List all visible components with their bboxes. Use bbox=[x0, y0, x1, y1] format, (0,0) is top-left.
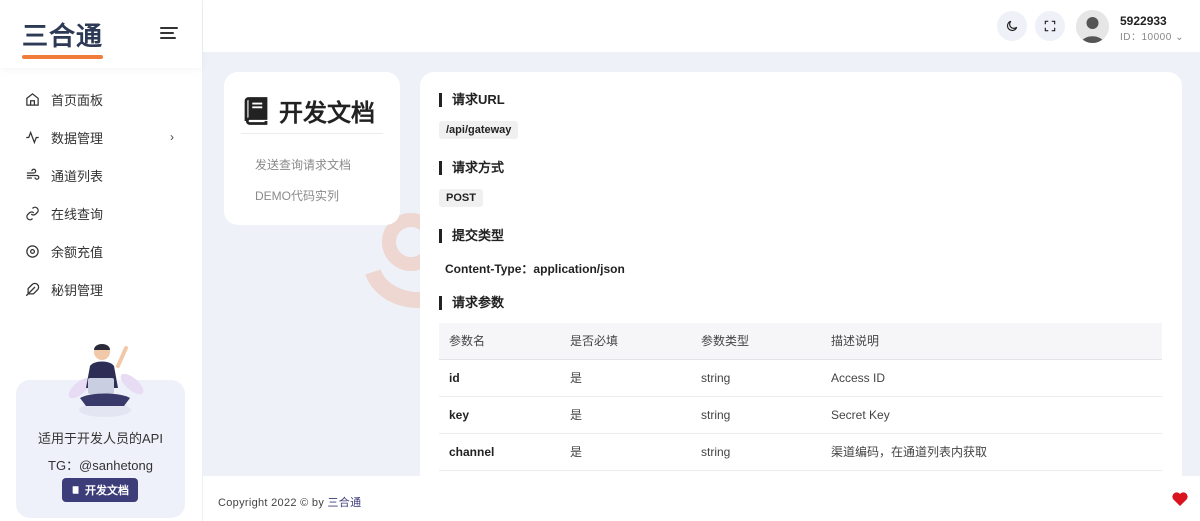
api-promo-card: 适用于开发人员的API TG：@sanhetong 开发文档 bbox=[16, 344, 185, 518]
book-icon bbox=[72, 486, 79, 494]
param-name: id bbox=[439, 359, 560, 397]
content-type-value: Content-Type：application/json bbox=[445, 262, 625, 276]
dev-docs-button[interactable]: 开发文档 bbox=[62, 478, 138, 502]
home-icon bbox=[24, 91, 40, 107]
sidebar-item-label: 余额充值 bbox=[51, 244, 104, 260]
table-row: id 是 string Access ID bbox=[439, 359, 1162, 397]
sidebar: 三合通 首页面板 数据管理 › 通道列表 在线查询 余额充值 秘钥管理 适用于开… bbox=[0, 0, 203, 521]
param-description: 渠道编码，在通道列表内获取 bbox=[821, 433, 1162, 471]
copyright-label: Copyright 2022 © by bbox=[218, 497, 328, 509]
doc-link-query-request[interactable]: 发送查询请求文档 bbox=[255, 156, 351, 173]
param-type: string bbox=[691, 396, 821, 434]
user-id-text: ID：10000 bbox=[1120, 32, 1172, 43]
user-avatar-icon bbox=[1076, 10, 1109, 43]
chevron-down-icon: ⌄ bbox=[1175, 32, 1184, 43]
feather-icon bbox=[24, 281, 40, 297]
param-description: Access ID bbox=[821, 359, 1162, 397]
request-url-value: /api/gateway bbox=[439, 121, 519, 139]
promo-title: 适用于开发人员的API bbox=[38, 431, 163, 446]
book-icon bbox=[244, 96, 268, 125]
sidebar-item-label: 首页面板 bbox=[51, 92, 104, 108]
param-type: string bbox=[691, 359, 821, 397]
sidebar-item-data[interactable]: 数据管理 › bbox=[0, 118, 202, 156]
doc-nav-card: 开发文档 发送查询请求文档 DEMO代码实列 bbox=[224, 72, 400, 225]
brand-name: 三合通 bbox=[22, 20, 104, 51]
dark-mode-toggle[interactable] bbox=[997, 11, 1027, 41]
table-header-row: 参数名 是否必填 参数类型 描述说明 bbox=[439, 323, 1162, 360]
sidebar-item-recharge[interactable]: 余额充值 bbox=[0, 232, 202, 270]
section-title-method: 请求方式 bbox=[439, 161, 504, 175]
moon-icon bbox=[1007, 20, 1018, 31]
fullscreen-icon bbox=[1044, 20, 1056, 32]
promo-telegram: TG：@sanhetong bbox=[48, 458, 153, 473]
col-header-type: 参数类型 bbox=[691, 323, 821, 360]
sidebar-item-label: 秘钥管理 bbox=[51, 282, 104, 298]
param-required: 是 bbox=[560, 433, 691, 471]
param-type: string bbox=[691, 433, 821, 471]
link-icon bbox=[24, 205, 40, 221]
heart-icon bbox=[1172, 492, 1188, 506]
sidebar-nav: 首页面板 数据管理 › 通道列表 在线查询 余额充值 秘钥管理 bbox=[0, 80, 202, 308]
user-id[interactable]: ID：10000 ⌄ bbox=[1120, 28, 1184, 43]
request-method-value: POST bbox=[439, 189, 483, 207]
sidebar-item-dashboard[interactable]: 首页面板 bbox=[0, 80, 202, 118]
doc-nav-title: 开发文档 bbox=[279, 100, 375, 127]
sidebar-item-label: 通道列表 bbox=[51, 168, 104, 184]
dev-docs-button-label: 开发文档 bbox=[85, 485, 129, 497]
brand-logo[interactable]: 三合通 bbox=[22, 16, 104, 59]
sidebar-item-query[interactable]: 在线查询 bbox=[0, 194, 202, 232]
param-description: Secret Key bbox=[821, 396, 1162, 434]
param-required: 是 bbox=[560, 359, 691, 397]
brand-header: 三合通 bbox=[0, 0, 202, 68]
menu-toggle-icon[interactable] bbox=[160, 27, 178, 41]
doc-nav-header: 开发文档 bbox=[241, 88, 383, 134]
sidebar-item-keys[interactable]: 秘钥管理 bbox=[0, 270, 202, 308]
wind-icon bbox=[24, 167, 40, 183]
brand-underline bbox=[22, 54, 104, 59]
params-table: 参数名 是否必填 参数类型 描述说明 id 是 string Access ID… bbox=[439, 323, 1162, 471]
sidebar-item-label: 在线查询 bbox=[51, 206, 104, 222]
table-row: channel 是 string 渠道编码，在通道列表内获取 bbox=[439, 433, 1162, 471]
copyright-text: Copyright 2022 © by 三合通 bbox=[218, 494, 361, 510]
param-name: channel bbox=[439, 433, 560, 471]
param-required: 是 bbox=[560, 396, 691, 434]
col-header-required: 是否必填 bbox=[560, 323, 691, 360]
avatar[interactable] bbox=[1076, 10, 1109, 43]
col-header-description: 描述说明 bbox=[821, 323, 1162, 360]
developer-illustration bbox=[68, 344, 144, 417]
param-name: key bbox=[439, 396, 560, 434]
sidebar-item-channels[interactable]: 通道列表 bbox=[0, 156, 202, 194]
sidebar-item-label: 数据管理 bbox=[51, 130, 104, 146]
section-title-content-type: 提交类型 bbox=[439, 229, 504, 243]
activity-icon bbox=[24, 129, 40, 145]
section-title-params: 请求参数 bbox=[439, 296, 504, 310]
section-title-url: 请求URL bbox=[439, 93, 505, 107]
footer: Copyright 2022 © by 三合通 bbox=[203, 476, 1200, 521]
footer-brand-link[interactable]: 三合通 bbox=[328, 497, 362, 509]
doc-link-demo-code[interactable]: DEMO代码实列 bbox=[255, 187, 339, 204]
chevron-right-icon: › bbox=[170, 130, 174, 144]
coin-icon bbox=[24, 243, 40, 259]
user-name[interactable]: 5922933 bbox=[1120, 14, 1167, 28]
api-doc-content: 请求URL /api/gateway 请求方式 POST 提交类型 Conten… bbox=[420, 72, 1182, 492]
topbar: 5922933 ID：10000 ⌄ bbox=[203, 0, 1200, 52]
fullscreen-toggle[interactable] bbox=[1035, 11, 1065, 41]
col-header-name: 参数名 bbox=[439, 323, 560, 360]
table-row: key 是 string Secret Key bbox=[439, 396, 1162, 434]
